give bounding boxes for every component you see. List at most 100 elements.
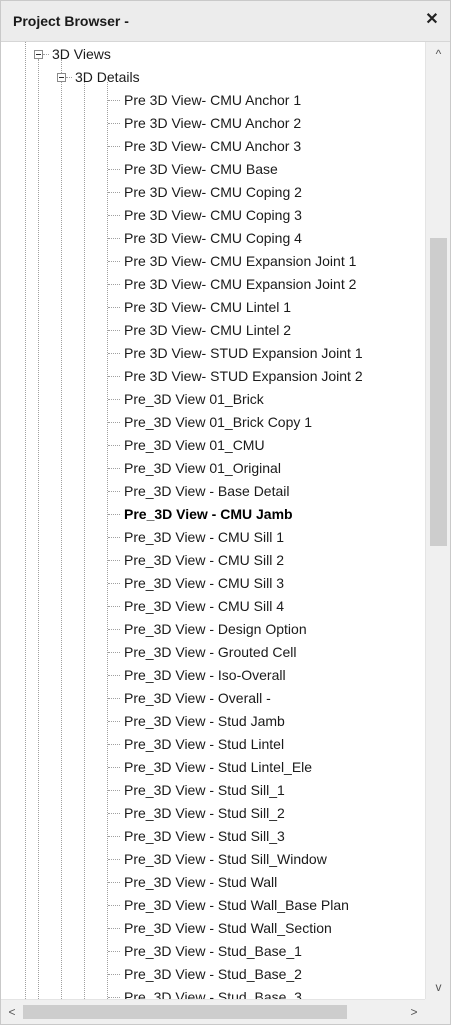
close-button[interactable]: ✕ [422, 9, 442, 31]
tree-connector [108, 468, 120, 469]
tree-item[interactable]: Pre_3D View - Stud Wall [122, 871, 281, 893]
tree-connector [108, 376, 120, 377]
tree-item[interactable]: Pre_3D View 01_Brick Copy 1 [122, 411, 316, 433]
tree-connector [108, 652, 120, 653]
tree-item[interactable]: Pre 3D View- CMU Lintel 1 [122, 296, 295, 318]
tree-item[interactable]: Pre_3D View - Stud_Base_1 [122, 940, 306, 962]
tree-connector [108, 445, 120, 446]
tree-connector [108, 537, 120, 538]
horizontal-scrollbar[interactable]: < > [1, 999, 425, 1024]
tree-guide-line [107, 82, 108, 999]
tree-connector [108, 560, 120, 561]
tree-connector [108, 974, 120, 975]
tree-item[interactable]: Pre 3D View- CMU Coping 2 [122, 181, 306, 203]
scroll-thumb[interactable] [430, 238, 447, 546]
tree-guide-line [25, 42, 26, 999]
tree-connector [108, 399, 120, 400]
tree-item[interactable]: Pre 3D View- CMU Base [122, 158, 282, 180]
tree-item[interactable]: Pre_3D View - Base Detail [122, 480, 293, 502]
tree-connector [108, 882, 120, 883]
tree-item[interactable]: Pre_3D View - CMU Sill 1 [122, 526, 288, 548]
tree-item[interactable]: Pre_3D View - Stud Sill_1 [122, 779, 289, 801]
tree-item[interactable]: Pre_3D View - Stud Wall_Section [122, 917, 336, 939]
tree-item[interactable]: Pre 3D View- CMU Coping 4 [122, 227, 306, 249]
tree-item[interactable]: Pre_3D View - CMU Sill 4 [122, 595, 288, 617]
tree-connector [108, 721, 120, 722]
tree-item[interactable]: Pre 3D View- CMU Expansion Joint 1 [122, 250, 360, 272]
tree-guide-line [61, 59, 62, 999]
tree-connector [108, 146, 120, 147]
tree-item[interactable]: Pre_3D View - Stud Sill_3 [122, 825, 289, 847]
tree-item[interactable]: Pre_3D View - CMU Jamb [122, 503, 297, 525]
vertical-scrollbar[interactable]: ^ v [425, 42, 450, 999]
tree-item[interactable]: Pre_3D View - Overall - [122, 687, 275, 709]
tree-guide-line [84, 82, 85, 999]
tree-item[interactable]: Pre 3D View- CMU Lintel 2 [122, 319, 295, 341]
tree-connector [108, 123, 120, 124]
tree-connector [108, 422, 120, 423]
tree-connector [108, 307, 120, 308]
tree-guide-line [38, 59, 39, 999]
tree-connector [108, 583, 120, 584]
tree-item[interactable]: Pre 3D View- STUD Expansion Joint 2 [122, 365, 367, 387]
tree-item[interactable]: Pre_3D View - CMU Sill 2 [122, 549, 288, 571]
tree-connector [43, 54, 49, 55]
tree-item[interactable]: Pre_3D View - Stud_Base_2 [122, 963, 306, 985]
tree-item[interactable]: Pre 3D View- CMU Anchor 1 [122, 89, 305, 111]
tree-connector [108, 330, 120, 331]
chevron-down-icon[interactable]: v [426, 975, 450, 999]
close-icon: ✕ [425, 11, 439, 28]
tree-connector [108, 928, 120, 929]
tree-item[interactable]: Pre_3D View - Stud Sill_Window [122, 848, 331, 870]
collapse-icon[interactable] [57, 73, 66, 82]
tree-connector [108, 744, 120, 745]
tree-connector [108, 606, 120, 607]
tree-item[interactable]: Pre 3D View- CMU Anchor 3 [122, 135, 305, 157]
tree-item[interactable]: Pre_3D View - Grouted Cell [122, 641, 300, 663]
tree-connector [108, 238, 120, 239]
tree-connector [66, 77, 72, 78]
panel-titlebar: Project Browser - ✕ [1, 1, 450, 42]
tree-connector [108, 859, 120, 860]
tree-item[interactable]: Pre_3D View - Stud Jamb [122, 710, 289, 732]
tree-item[interactable]: Pre_3D View - Design Option [122, 618, 311, 640]
tree-connector [108, 905, 120, 906]
tree-connector [108, 836, 120, 837]
panel-title: Project Browser - [13, 13, 129, 29]
tree-item[interactable]: Pre_3D View - Stud Lintel [122, 733, 288, 755]
tree-item[interactable]: Pre 3D View- CMU Coping 3 [122, 204, 306, 226]
tree-item[interactable]: Pre_3D View - Stud Wall_Base Plan [122, 894, 353, 916]
chevron-right-icon[interactable]: > [403, 1000, 425, 1024]
tree-connector [108, 514, 120, 515]
tree-connector [108, 997, 120, 998]
tree-item[interactable]: Pre_3D View - Stud_Base_3 [122, 986, 306, 999]
tree-connector [108, 284, 120, 285]
tree-item[interactable]: Pre_3D View 01_CMU [122, 434, 269, 456]
tree-item[interactable]: Pre_3D View 01_Brick [122, 388, 268, 410]
tree-connector [108, 261, 120, 262]
tree-connector [108, 353, 120, 354]
tree-connector [108, 675, 120, 676]
tree-node-3d-views[interactable]: 3D Views [50, 43, 115, 65]
tree-item[interactable]: Pre_3D View - CMU Sill 3 [122, 572, 288, 594]
tree-item[interactable]: Pre_3D View - Stud Lintel_Ele [122, 756, 316, 778]
scroll-thumb[interactable] [23, 1005, 347, 1019]
tree-connector [108, 951, 120, 952]
tree-item[interactable]: Pre 3D View- CMU Anchor 2 [122, 112, 305, 134]
tree-item[interactable]: Pre_3D View 01_Original [122, 457, 285, 479]
scrollbar-corner [425, 999, 450, 1024]
collapse-icon[interactable] [34, 50, 43, 59]
tree-connector [108, 192, 120, 193]
chevron-left-icon[interactable]: < [1, 1000, 23, 1024]
tree-item[interactable]: Pre 3D View- STUD Expansion Joint 1 [122, 342, 367, 364]
tree-connector [108, 100, 120, 101]
tree-connector [108, 491, 120, 492]
tree-item[interactable]: Pre_3D View - Stud Sill_2 [122, 802, 289, 824]
tree-connector [108, 767, 120, 768]
tree-connector [108, 169, 120, 170]
tree-item[interactable]: Pre_3D View - Iso-Overall [122, 664, 290, 686]
tree-item[interactable]: Pre 3D View- CMU Expansion Joint 2 [122, 273, 360, 295]
tree-view[interactable]: 3D Views 3D Details Pre 3D View- CMU Anc… [1, 42, 425, 999]
project-browser-panel: Project Browser - ✕ 3D Views 3D Details … [0, 0, 451, 1025]
chevron-up-icon[interactable]: ^ [426, 42, 450, 66]
